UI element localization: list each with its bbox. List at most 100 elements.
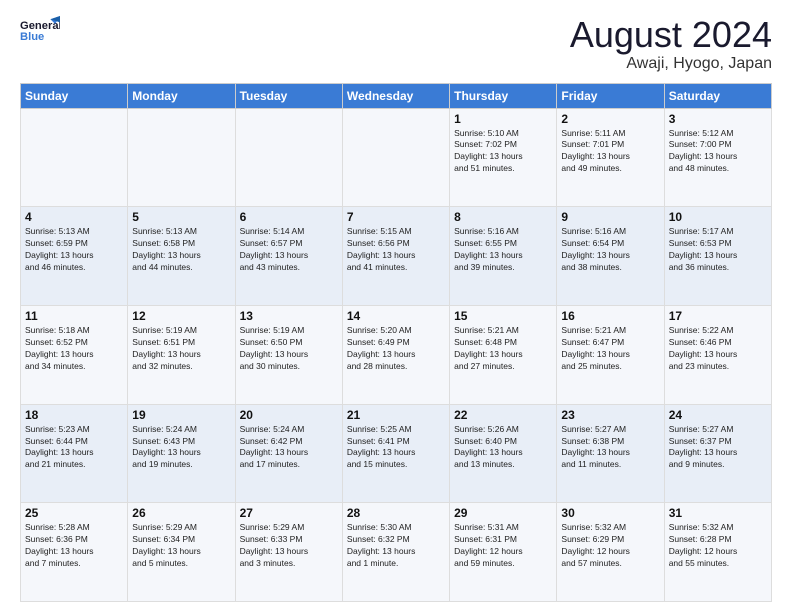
day-number: 2 <box>561 112 659 126</box>
day-cell: 13 Sunrise: 5:19 AMSunset: 6:50 PMDayligh… <box>235 305 342 404</box>
day-info: Sunrise: 5:27 AMSunset: 6:38 PMDaylight:… <box>561 424 659 472</box>
location-title: Awaji, Hyogo, Japan <box>570 55 772 73</box>
day-info: Sunrise: 5:21 AMSunset: 6:47 PMDaylight:… <box>561 325 659 373</box>
day-number: 1 <box>454 112 552 126</box>
day-info: Sunrise: 5:12 AMSunset: 7:00 PMDaylight:… <box>669 128 767 176</box>
day-info: Sunrise: 5:14 AMSunset: 6:57 PMDaylight:… <box>240 226 338 274</box>
day-info: Sunrise: 5:20 AMSunset: 6:49 PMDaylight:… <box>347 325 445 373</box>
day-cell <box>342 108 449 207</box>
day-info: Sunrise: 5:28 AMSunset: 6:36 PMDaylight:… <box>25 522 123 570</box>
day-number: 18 <box>25 408 123 422</box>
day-info: Sunrise: 5:27 AMSunset: 6:37 PMDaylight:… <box>669 424 767 472</box>
day-cell <box>21 108 128 207</box>
day-info: Sunrise: 5:31 AMSunset: 6:31 PMDaylight:… <box>454 522 552 570</box>
day-info: Sunrise: 5:16 AMSunset: 6:55 PMDaylight:… <box>454 226 552 274</box>
day-cell: 16 Sunrise: 5:21 AMSunset: 6:47 PMDayligh… <box>557 305 664 404</box>
day-cell: 19Sunrise: 5:24 AMSunset: 6:43 PMDayligh… <box>128 404 235 503</box>
day-info: Sunrise: 5:17 AMSunset: 6:53 PMDaylight:… <box>669 226 767 274</box>
day-cell: 26 Sunrise: 5:29 AMSunset: 6:34 PMDayligh… <box>128 503 235 602</box>
day-number: 31 <box>669 506 767 520</box>
day-number: 25 <box>25 506 123 520</box>
week-row-2: 4 Sunrise: 5:13 AMSunset: 6:59 PMDaylight… <box>21 207 772 306</box>
day-number: 13 <box>240 309 338 323</box>
col-header-monday: Monday <box>128 83 235 108</box>
day-cell: 20Sunrise: 5:24 AMSunset: 6:42 PMDayligh… <box>235 404 342 503</box>
day-info: Sunrise: 5:13 AMSunset: 6:59 PMDaylight:… <box>25 226 123 274</box>
day-cell: 2Sunrise: 5:11 AMSunset: 7:01 PMDaylight… <box>557 108 664 207</box>
day-number: 11 <box>25 309 123 323</box>
day-cell: 8 Sunrise: 5:16 AMSunset: 6:55 PMDaylight… <box>450 207 557 306</box>
day-cell: 14 Sunrise: 5:20 AMSunset: 6:49 PMDayligh… <box>342 305 449 404</box>
col-header-saturday: Saturday <box>664 83 771 108</box>
week-row-3: 11Sunrise: 5:18 AMSunset: 6:52 PMDayligh… <box>21 305 772 404</box>
day-cell: 7 Sunrise: 5:15 AMSunset: 6:56 PMDaylight… <box>342 207 449 306</box>
day-number: 10 <box>669 210 767 224</box>
day-info: Sunrise: 5:10 AMSunset: 7:02 PMDaylight:… <box>454 128 552 176</box>
day-number: 4 <box>25 210 123 224</box>
day-info: Sunrise: 5:24 AMSunset: 6:42 PMDaylight:… <box>240 424 338 472</box>
day-cell: 17 Sunrise: 5:22 AMSunset: 6:46 PMDayligh… <box>664 305 771 404</box>
svg-text:Blue: Blue <box>20 31 44 43</box>
day-number: 26 <box>132 506 230 520</box>
week-row-1: 1 Sunrise: 5:10 AMSunset: 7:02 PMDaylight… <box>21 108 772 207</box>
day-number: 7 <box>347 210 445 224</box>
day-number: 27 <box>240 506 338 520</box>
day-number: 23 <box>561 408 659 422</box>
header-row: SundayMondayTuesdayWednesdayThursdayFrid… <box>21 83 772 108</box>
day-info: Sunrise: 5:22 AMSunset: 6:46 PMDaylight:… <box>669 325 767 373</box>
day-number: 6 <box>240 210 338 224</box>
col-header-tuesday: Tuesday <box>235 83 342 108</box>
day-info: Sunrise: 5:24 AMSunset: 6:43 PMDaylight:… <box>132 424 230 472</box>
day-cell: 15 Sunrise: 5:21 AMSunset: 6:48 PMDayligh… <box>450 305 557 404</box>
day-info: Sunrise: 5:19 AMSunset: 6:50 PMDaylight:… <box>240 325 338 373</box>
title-block: August 2024 Awaji, Hyogo, Japan <box>570 15 772 73</box>
day-info: Sunrise: 5:19 AMSunset: 6:51 PMDaylight:… <box>132 325 230 373</box>
day-number: 12 <box>132 309 230 323</box>
day-cell: 23 Sunrise: 5:27 AMSunset: 6:38 PMDayligh… <box>557 404 664 503</box>
day-cell: 18 Sunrise: 5:23 AMSunset: 6:44 PMDayligh… <box>21 404 128 503</box>
col-header-sunday: Sunday <box>21 83 128 108</box>
day-info: Sunrise: 5:32 AMSunset: 6:29 PMDaylight:… <box>561 522 659 570</box>
day-cell: 4 Sunrise: 5:13 AMSunset: 6:59 PMDaylight… <box>21 207 128 306</box>
day-info: Sunrise: 5:23 AMSunset: 6:44 PMDaylight:… <box>25 424 123 472</box>
week-row-4: 18 Sunrise: 5:23 AMSunset: 6:44 PMDayligh… <box>21 404 772 503</box>
day-number: 22 <box>454 408 552 422</box>
day-number: 21 <box>347 408 445 422</box>
day-info: Sunrise: 5:16 AMSunset: 6:54 PMDaylight:… <box>561 226 659 274</box>
day-cell: 28 Sunrise: 5:30 AMSunset: 6:32 PMDayligh… <box>342 503 449 602</box>
day-number: 5 <box>132 210 230 224</box>
day-cell: 31 Sunrise: 5:32 AMSunset: 6:28 PMDayligh… <box>664 503 771 602</box>
calendar-table: SundayMondayTuesdayWednesdayThursdayFrid… <box>20 83 772 602</box>
day-info: Sunrise: 5:30 AMSunset: 6:32 PMDaylight:… <box>347 522 445 570</box>
page: General Blue August 2024 Awaji, Hyogo, J… <box>0 0 792 612</box>
day-number: 8 <box>454 210 552 224</box>
day-cell: 24Sunrise: 5:27 AMSunset: 6:37 PMDayligh… <box>664 404 771 503</box>
day-cell: 10 Sunrise: 5:17 AMSunset: 6:53 PMDayligh… <box>664 207 771 306</box>
day-cell: 1 Sunrise: 5:10 AMSunset: 7:02 PMDaylight… <box>450 108 557 207</box>
day-cell: 6 Sunrise: 5:14 AMSunset: 6:57 PMDaylight… <box>235 207 342 306</box>
day-info: Sunrise: 5:29 AMSunset: 6:34 PMDaylight:… <box>132 522 230 570</box>
day-info: Sunrise: 5:21 AMSunset: 6:48 PMDaylight:… <box>454 325 552 373</box>
col-header-thursday: Thursday <box>450 83 557 108</box>
day-cell <box>235 108 342 207</box>
day-info: Sunrise: 5:32 AMSunset: 6:28 PMDaylight:… <box>669 522 767 570</box>
day-info: Sunrise: 5:13 AMSunset: 6:58 PMDaylight:… <box>132 226 230 274</box>
day-cell: 21Sunrise: 5:25 AMSunset: 6:41 PMDayligh… <box>342 404 449 503</box>
day-cell: 30 Sunrise: 5:32 AMSunset: 6:29 PMDayligh… <box>557 503 664 602</box>
day-number: 14 <box>347 309 445 323</box>
day-number: 28 <box>347 506 445 520</box>
day-number: 17 <box>669 309 767 323</box>
day-number: 15 <box>454 309 552 323</box>
logo: General Blue <box>20 15 60 45</box>
day-cell: 9Sunrise: 5:16 AMSunset: 6:54 PMDaylight… <box>557 207 664 306</box>
day-number: 30 <box>561 506 659 520</box>
day-cell: 25 Sunrise: 5:28 AMSunset: 6:36 PMDayligh… <box>21 503 128 602</box>
day-cell: 29 Sunrise: 5:31 AMSunset: 6:31 PMDayligh… <box>450 503 557 602</box>
day-number: 16 <box>561 309 659 323</box>
day-info: Sunrise: 5:15 AMSunset: 6:56 PMDaylight:… <box>347 226 445 274</box>
day-cell: 5 Sunrise: 5:13 AMSunset: 6:58 PMDaylight… <box>128 207 235 306</box>
day-cell: 22Sunrise: 5:26 AMSunset: 6:40 PMDayligh… <box>450 404 557 503</box>
day-number: 29 <box>454 506 552 520</box>
day-cell <box>128 108 235 207</box>
col-header-wednesday: Wednesday <box>342 83 449 108</box>
